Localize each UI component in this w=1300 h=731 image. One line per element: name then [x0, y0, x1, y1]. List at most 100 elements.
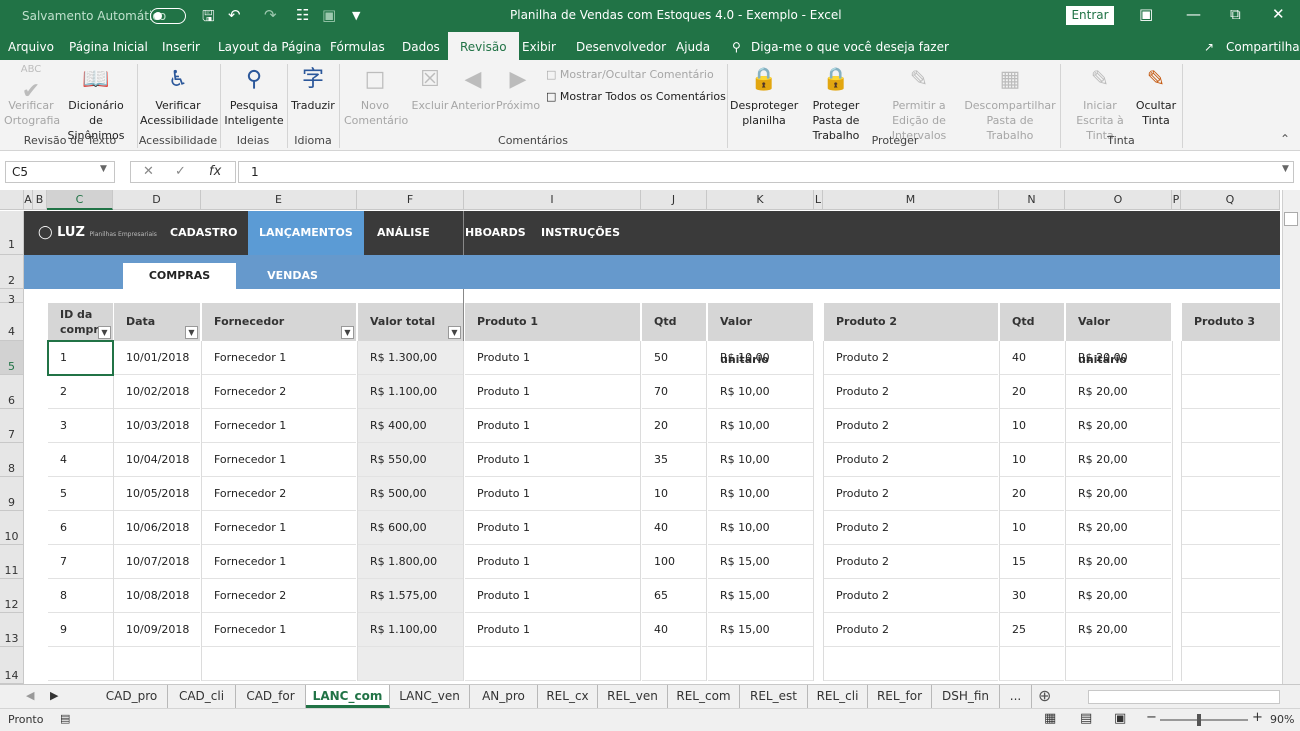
table-cell[interactable]: 8 — [48, 579, 113, 613]
table-cell[interactable]: R$ 550,00 — [358, 443, 463, 477]
save-icon[interactable]: 🖫 — [202, 6, 215, 31]
table-cell[interactable] — [708, 647, 813, 681]
redo-icon[interactable]: ↷ — [264, 6, 277, 24]
table-cell[interactable]: R$ 20,00 — [1066, 613, 1171, 647]
filter-dropdown-icon[interactable]: ▼ — [448, 326, 461, 339]
macro-record-icon[interactable]: ▤ — [60, 712, 70, 725]
table-cell[interactable]: Fornecedor 2 — [202, 477, 356, 511]
sheet-tab-relfor[interactable]: REL_for — [868, 685, 932, 708]
filter-dropdown-icon[interactable]: ▼ — [341, 326, 354, 339]
table-cell[interactable] — [465, 647, 640, 681]
expand-formula-icon[interactable]: ▼ — [1282, 164, 1289, 174]
vertical-scrollbar[interactable] — [1282, 190, 1300, 684]
table-cell[interactable]: R$ 20,00 — [1066, 375, 1171, 409]
table-cell[interactable]: 15 — [1000, 545, 1064, 579]
name-box[interactable]: C5 — [5, 161, 115, 183]
table-cell[interactable]: R$ 1.800,00 — [358, 545, 463, 579]
tab-pagina-inicial[interactable]: Página Inicial — [69, 40, 148, 54]
table-cell[interactable] — [1182, 375, 1280, 409]
table-cell[interactable]: R$ 600,00 — [358, 511, 463, 545]
tab-exibir[interactable]: Exibir — [522, 40, 556, 54]
column-header[interactable]: C — [47, 190, 113, 210]
tab-ajuda[interactable]: Ajuda — [676, 40, 710, 54]
sign-in-button[interactable]: Entrar — [1066, 6, 1114, 25]
zoom-slider[interactable] — [1160, 719, 1248, 721]
tab-dados[interactable]: Dados — [402, 40, 440, 54]
spelling-button[interactable]: ABC ✔ Verificar Ortografia — [4, 64, 60, 128]
table-cell[interactable] — [1182, 477, 1280, 511]
smart-lookup-button[interactable]: ⚲ Pesquisa Inteligente — [224, 64, 284, 128]
table-cell[interactable] — [1182, 545, 1280, 579]
table-cell[interactable]: Produto 2 — [824, 341, 998, 375]
table-cell[interactable]: R$ 20,00 — [1066, 545, 1171, 579]
sheet-tab-dshfin[interactable]: DSH_fin — [932, 685, 1000, 708]
table-cell[interactable]: 10/06/2018 — [114, 511, 200, 545]
table-cell[interactable]: Fornecedor 1 — [202, 409, 356, 443]
page-break-icon[interactable]: ▣ — [1114, 711, 1126, 726]
print-preview-icon[interactable]: ☷ — [296, 6, 309, 24]
nav-instrucoes[interactable]: INSTRUÇÕES — [541, 211, 620, 255]
table-cell[interactable]: Fornecedor 2 — [202, 375, 356, 409]
horizontal-scrollbar[interactable] — [1088, 690, 1280, 704]
page-layout-icon[interactable]: ▤ — [1080, 711, 1092, 726]
row-header[interactable]: 13 — [0, 613, 24, 647]
table-cell[interactable]: 4 — [48, 443, 113, 477]
table-cell[interactable] — [48, 647, 113, 681]
row-header[interactable]: 14 — [0, 647, 24, 684]
unprotect-sheet-button[interactable]: 🔒 Desproteger planilha — [730, 64, 798, 128]
table-cell[interactable]: Produto 1 — [465, 341, 640, 375]
next-comment-button[interactable]: ▶ Próximo — [496, 64, 540, 113]
sheet-tab-relest[interactable]: REL_est — [740, 685, 808, 708]
selected-cell[interactable] — [47, 340, 114, 376]
column-header[interactable]: F — [357, 190, 464, 210]
zoom-level[interactable]: 90% — [1270, 713, 1294, 726]
share-icon[interactable]: ↗ — [1204, 40, 1214, 54]
unshare-workbook-button[interactable]: ▦ Descompartilhar Pasta de Trabalho — [964, 64, 1056, 143]
table-cell[interactable] — [1182, 409, 1280, 443]
tab-inserir[interactable]: Inserir — [162, 40, 200, 54]
table-cell[interactable]: 70 — [642, 375, 706, 409]
row-header[interactable]: 5 — [0, 341, 24, 375]
table-cell[interactable]: 10/04/2018 — [114, 443, 200, 477]
row-header[interactable]: 7 — [0, 409, 24, 443]
table-cell[interactable]: 10/05/2018 — [114, 477, 200, 511]
table-cell[interactable]: Produto 2 — [824, 375, 998, 409]
ribbon-display-icon[interactable]: ▣ — [1139, 5, 1153, 23]
table-cell[interactable]: 40 — [642, 613, 706, 647]
column-header[interactable]: L — [814, 190, 823, 210]
filter-dropdown-icon[interactable]: ▼ — [98, 326, 111, 339]
table-cell[interactable]: R$ 10,00 — [708, 375, 813, 409]
table-cell[interactable]: Produto 1 — [465, 409, 640, 443]
table-cell[interactable]: R$ 20,00 — [1066, 579, 1171, 613]
spreadsheet-grid[interactable]: A B C D E F I J K L M N O P Q 1 2 3 4 5 6 7 8 9 10 11 12 13 14 ◯ LUZ … — [0, 190, 1300, 684]
share-button[interactable]: Compartilhar — [1226, 40, 1300, 54]
zoom-in-icon[interactable]: + — [1252, 710, 1263, 725]
table-cell[interactable]: 10/07/2018 — [114, 545, 200, 579]
table-cell[interactable]: Produto 2 — [824, 443, 998, 477]
accessibility-button[interactable]: ♿ Verificar Acessibilidade — [140, 64, 218, 128]
tab-revisao[interactable]: Revisão — [448, 32, 519, 60]
table-cell[interactable] — [1182, 511, 1280, 545]
previous-comment-button[interactable]: ◀ Anterior — [450, 64, 496, 113]
protect-workbook-button[interactable]: 🔒 Proteger Pasta de Trabalho — [798, 64, 874, 143]
normal-view-icon[interactable]: ▦ — [1044, 711, 1056, 726]
table-cell[interactable]: R$ 1.100,00 — [358, 613, 463, 647]
table-cell[interactable]: Produto 2 — [824, 409, 998, 443]
table-cell[interactable]: 10/09/2018 — [114, 613, 200, 647]
table-cell[interactable]: Fornecedor 1 — [202, 613, 356, 647]
table-cell[interactable]: R$ 10,00 — [708, 443, 813, 477]
row-header[interactable]: 4 — [0, 303, 24, 341]
sheet-tab-cadcli[interactable]: CAD_cli — [168, 685, 236, 708]
column-header[interactable]: P — [1172, 190, 1181, 210]
select-all[interactable] — [0, 190, 24, 210]
row-header[interactable]: 3 — [0, 289, 24, 306]
table-cell[interactable] — [1182, 443, 1280, 477]
table-cell[interactable]: 100 — [642, 545, 706, 579]
table-cell[interactable]: 20 — [1000, 375, 1064, 409]
column-header[interactable]: Q — [1181, 190, 1280, 210]
nav-dashboards[interactable]: HBOARDS — [465, 211, 526, 255]
column-header[interactable]: A — [24, 190, 33, 210]
table-cell[interactable]: 20 — [1000, 477, 1064, 511]
table-cell[interactable]: 25 — [1000, 613, 1064, 647]
table-cell[interactable]: Produto 1 — [465, 545, 640, 579]
